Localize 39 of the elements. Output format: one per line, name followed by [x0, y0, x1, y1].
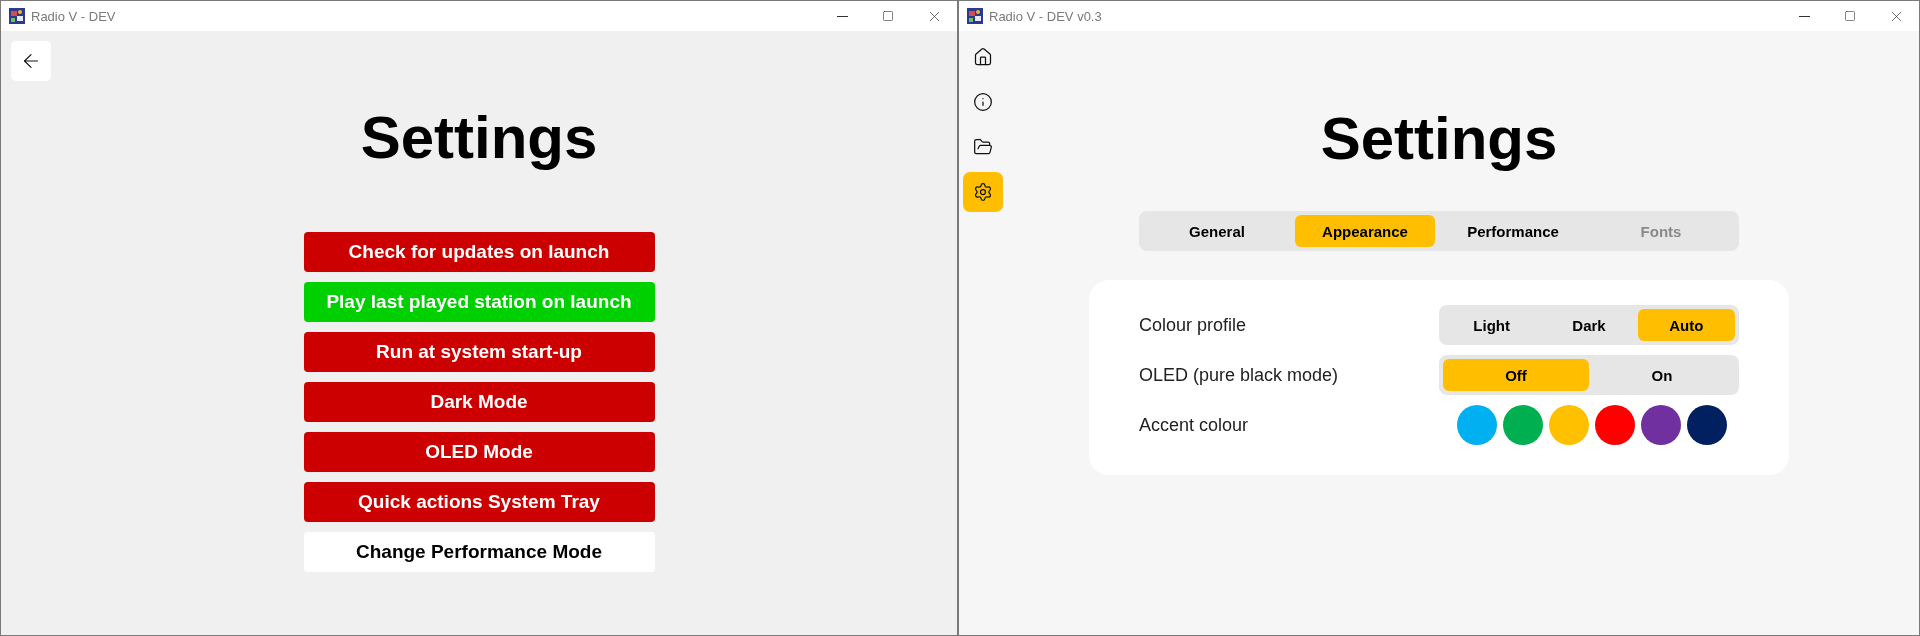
- toggle-button[interactable]: Dark Mode: [303, 382, 655, 422]
- app-icon: [967, 8, 983, 24]
- minimize-icon: [1798, 15, 1810, 17]
- settings-icon: [973, 182, 993, 202]
- toggle-button[interactable]: Quick actions System Tray: [303, 482, 655, 522]
- colour-swatch[interactable]: [1687, 405, 1727, 445]
- tab[interactable]: General: [1147, 215, 1287, 247]
- setting-label: Colour profile: [1139, 314, 1247, 336]
- tab[interactable]: Appearance: [1295, 215, 1435, 247]
- segment-option[interactable]: On: [1589, 359, 1735, 391]
- segment-option[interactable]: Dark: [1540, 309, 1638, 341]
- segment-option[interactable]: Off: [1443, 359, 1589, 391]
- action-button[interactable]: Change Performance Mode: [303, 532, 655, 572]
- colour-swatch[interactable]: [1595, 405, 1635, 445]
- toggle-button[interactable]: OLED Mode: [303, 432, 655, 472]
- colour-swatch[interactable]: [1549, 405, 1589, 445]
- setting-label: OLED (pure black mode): [1139, 364, 1339, 386]
- colour-swatch[interactable]: [1641, 405, 1681, 445]
- maximize-icon: [1844, 10, 1856, 22]
- minimize-icon: [836, 15, 848, 17]
- page-title: Settings: [360, 103, 598, 172]
- page-title: Settings: [1320, 104, 1558, 173]
- maximize-icon: [882, 10, 894, 22]
- home-icon: [973, 47, 993, 67]
- back-button[interactable]: [11, 41, 51, 81]
- colour-swatch[interactable]: [1503, 405, 1543, 445]
- setting-label: Accent colour: [1139, 414, 1249, 436]
- segment-option[interactable]: Light: [1443, 309, 1541, 341]
- folder-icon: [973, 137, 993, 157]
- toggle-button[interactable]: Run at system start-up: [303, 332, 655, 372]
- toggle-button[interactable]: Check for updates on launch: [303, 232, 655, 272]
- tab[interactable]: Performance: [1443, 215, 1583, 247]
- colour-swatch[interactable]: [1457, 405, 1497, 445]
- app-icon: [9, 8, 25, 24]
- info-icon: [973, 92, 993, 112]
- window-title: Radio V - DEV v0.3: [989, 8, 1103, 24]
- sidebar-item[interactable]: [963, 172, 1003, 212]
- segment-option[interactable]: Auto: [1637, 309, 1735, 341]
- window-title: Radio V - DEV: [31, 8, 117, 24]
